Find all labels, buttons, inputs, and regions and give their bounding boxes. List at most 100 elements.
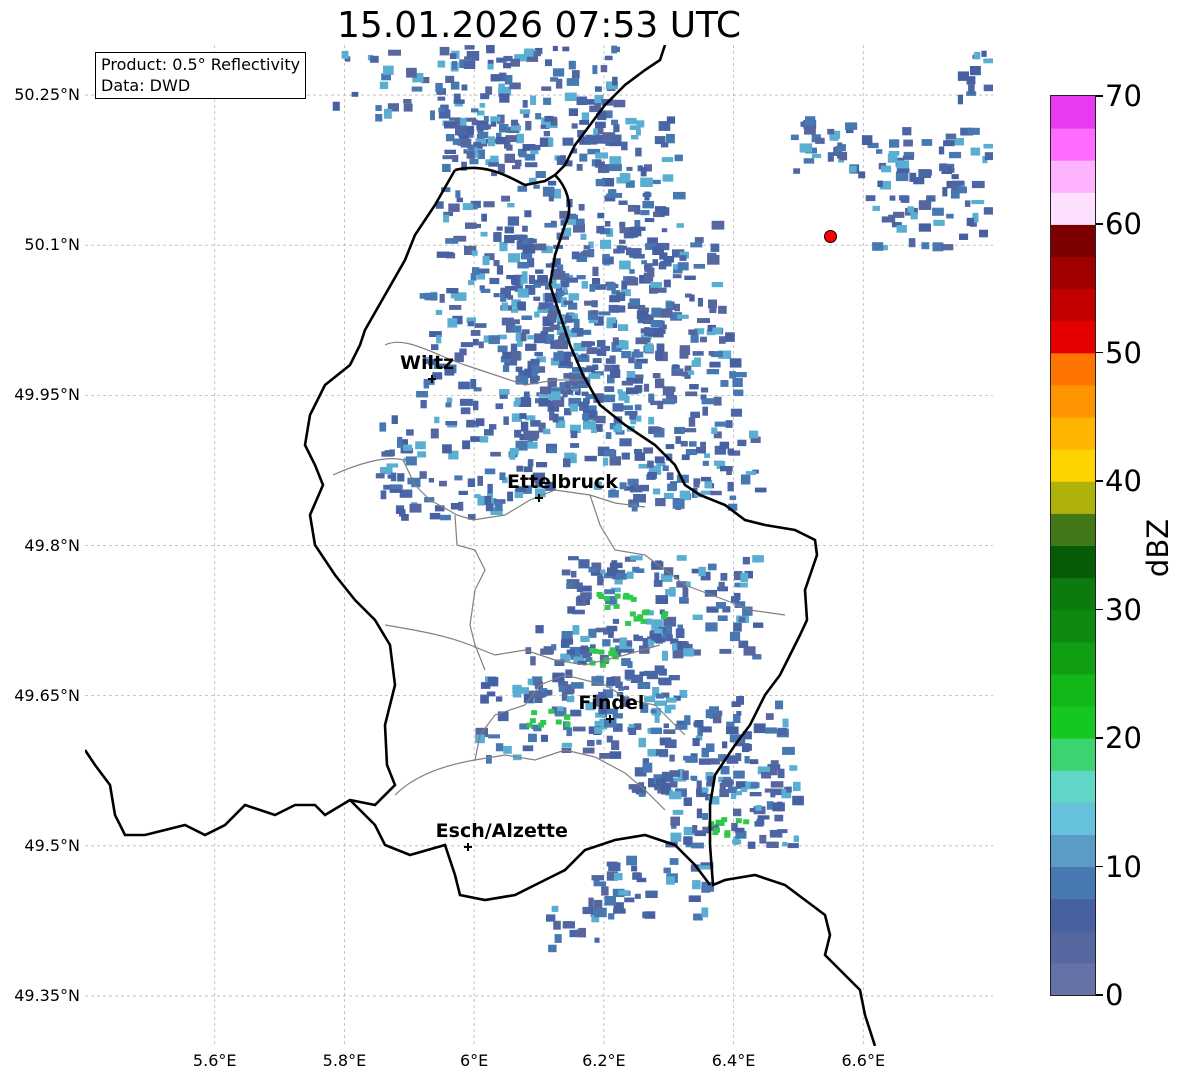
colorbar-swatch [1051,449,1095,482]
echo-cell [941,244,954,251]
echo-cell [479,436,489,443]
echo-cell [631,135,639,140]
echo-cell [494,501,503,511]
echo-cell [688,895,701,902]
echo-cell [666,116,676,124]
echo-cell [341,50,349,59]
echo-cell [520,332,527,342]
echo-cell [580,233,587,240]
echo-cell [600,569,606,574]
echo-cell [887,153,898,163]
colorbar-swatch [1051,609,1095,643]
echo-cell [625,620,632,626]
echo-cell [918,223,931,232]
echo-cell [663,256,675,263]
echo-cell [370,55,379,63]
echo-cell [563,300,574,305]
echo-cell [957,94,963,105]
echo-cell [561,742,573,748]
echo-cell [908,238,916,248]
echo-cell [896,160,910,169]
echo-cell [585,99,595,105]
echo-cell [604,589,615,595]
echo-cell [793,168,801,174]
echo-cell [576,582,583,592]
echo-cell [519,109,531,114]
echo-cell [490,74,500,82]
echo-cell [738,640,749,648]
echo-cell [602,253,610,259]
echo-cell [596,739,602,745]
echo-cell [713,396,722,406]
radar-map[interactable] [85,45,993,1046]
echo-cell [576,164,583,171]
latitude-tick-label: 49.95°N [14,385,80,405]
echo-cell [437,96,446,101]
echo-cell [711,220,725,230]
echo-cell [742,743,750,753]
echo-cell [740,474,751,485]
echo-cell [520,421,529,432]
echo-cell [552,45,558,51]
echo-cell [638,463,649,469]
echo-cell [565,315,572,323]
echo-cell [571,251,580,260]
echo-cell [522,225,528,232]
echo-cell [499,389,510,395]
echo-cell [548,944,557,953]
echo-cell [596,225,605,234]
echo-cell [480,288,491,293]
echo-cell [872,205,880,211]
echo-cell [774,814,784,822]
echo-cell [495,696,503,702]
echo-cell [634,361,642,369]
echo-cell [616,245,625,254]
longitude-tick-label: 5.8°E [322,1051,367,1070]
echo-cell [521,315,533,320]
echo-cell [704,453,711,458]
echo-cell [597,575,604,586]
echo-cell [462,203,473,211]
colorbar-swatch [1051,128,1095,161]
echo-cell [583,413,589,422]
colorbar-swatch [1051,738,1095,771]
colorbar-tick-label: 10 [1105,849,1142,884]
echo-cell [436,335,442,344]
echo-cell [511,319,520,325]
echo-cell [562,46,570,52]
echo-cell [498,124,509,133]
echo-cell [434,505,445,512]
colorbar-swatch [1051,770,1095,803]
echo-cell [384,108,392,119]
echo-cell [629,413,637,420]
echo-cell [970,147,981,156]
echo-cell [644,696,656,703]
echo-cell [555,339,568,350]
echo-cell [727,448,734,455]
echo-cell [579,401,589,411]
echo-cell [688,329,698,335]
echo-cell [634,893,641,899]
echo-cell [486,754,492,764]
echo-cell [722,741,728,749]
echo-cell [733,389,743,395]
echo-cell [464,45,475,50]
echo-cell [735,790,742,796]
echo-cell [565,351,573,357]
echo-cell [753,622,764,628]
echo-cell [618,200,628,205]
echo-cell [643,383,650,392]
echo-cell [700,387,709,393]
echo-cell [524,162,538,168]
echo-cell [588,897,594,908]
colorbar-swatch [1051,417,1095,450]
echo-cell [789,765,798,771]
echo-cell [938,146,945,155]
echo-cell [633,616,640,622]
echo-cell [613,124,620,133]
echo-cell [661,157,674,163]
echo-cell [467,280,475,286]
colorbar-tick-label: 40 [1105,464,1142,499]
echo-cell [481,213,487,222]
echo-cell [696,808,703,819]
